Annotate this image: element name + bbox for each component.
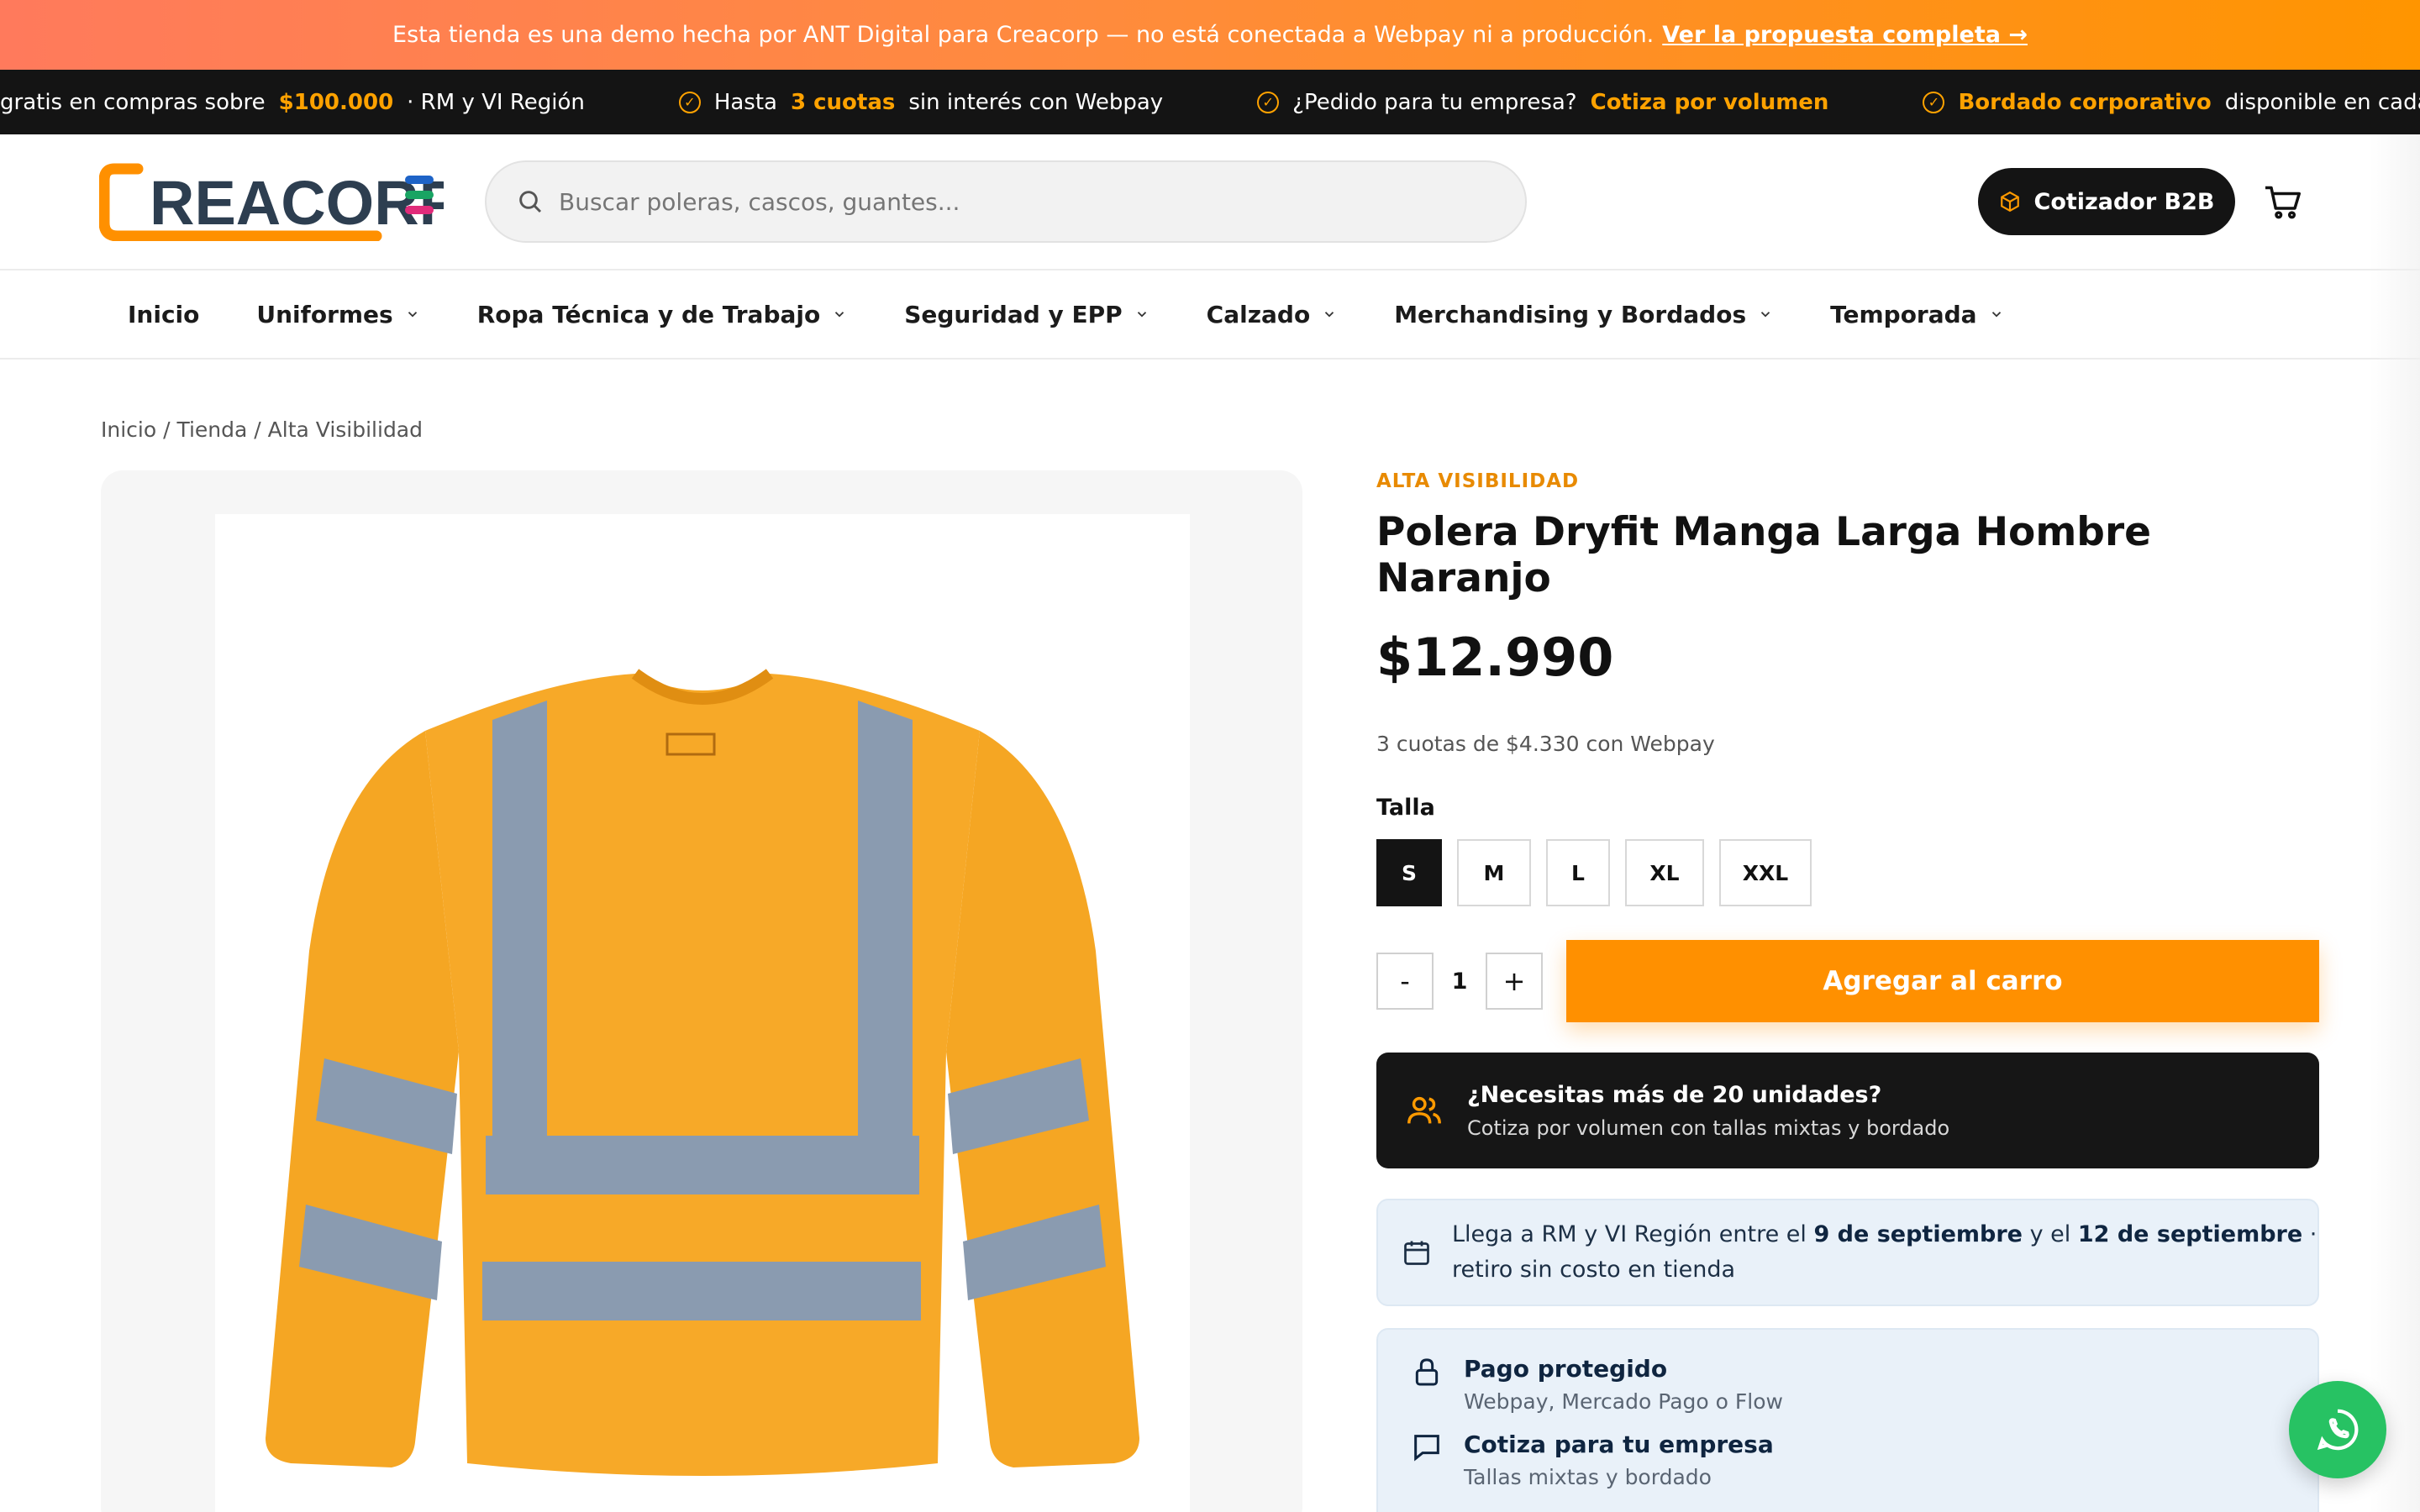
shipping-post: · xyxy=(2309,1221,2317,1247)
box-icon xyxy=(2000,191,2019,213)
size-selector: S M L XL XXL xyxy=(1376,839,2319,906)
size-option-m[interactable]: M xyxy=(1457,839,1531,906)
trust-title: Pago protegido xyxy=(1464,1355,1668,1383)
volume-quote-subtitle: Cotiza por volumen con tallas mixtas y b… xyxy=(1467,1116,1950,1140)
ticker-pre: gratis en compras sobre xyxy=(0,89,266,115)
quantity-decrease-button[interactable]: - xyxy=(1376,953,1434,1010)
check-circle-icon: ✓ xyxy=(1923,91,1945,113)
cart-icon xyxy=(2265,186,2301,219)
ticker-item: ✓ Hasta 3 cuotas sin interés con Webpay xyxy=(678,89,1164,115)
shipping-date-end: 12 de septiembre xyxy=(2077,1221,2303,1247)
search-icon xyxy=(519,191,542,213)
logo-wordmark: REACORP xyxy=(150,168,444,238)
shipping-date-start: 9 de septiembre xyxy=(1813,1221,2023,1247)
volume-quote-title: ¿Necesitas más de 20 unidades? xyxy=(1467,1081,1882,1108)
size-option-xl[interactable]: XL xyxy=(1625,839,1704,906)
breadcrumb[interactable]: Inicio / Tienda / Alta Visibilidad xyxy=(101,417,423,442)
add-to-cart-button[interactable]: Agregar al carro xyxy=(1566,940,2319,1022)
chevron-down-icon xyxy=(1760,312,1770,318)
lock-icon xyxy=(1415,1358,1439,1386)
product-image[interactable] xyxy=(215,514,1190,1512)
product-price: $12.990 xyxy=(1376,627,1614,688)
demo-banner-text: Esta tienda es una demo hecha por ANT Di… xyxy=(392,22,1655,48)
ticker-highlight: $100.000 xyxy=(278,89,394,115)
users-icon xyxy=(1407,1096,1441,1124)
ticker-item: ✓ Bordado corporativo disponible en cada xyxy=(1923,90,2420,115)
demo-banner-link[interactable]: Ver la propuesta completa → xyxy=(1662,22,2028,48)
chevron-down-icon xyxy=(1991,312,2001,318)
calendar-icon xyxy=(1404,1241,1429,1265)
nav-item-label: Seguridad y EPP xyxy=(904,300,1123,328)
ticker-highlight: 3 cuotas xyxy=(790,89,896,115)
ticker-highlight: Cotiza por volumen xyxy=(1590,89,1829,115)
chevron-down-icon xyxy=(1137,312,1146,318)
size-option-l[interactable]: L xyxy=(1546,839,1610,906)
nav-item-label: Uniformes xyxy=(256,300,393,328)
quantity-value[interactable]: 1 xyxy=(1434,969,1486,995)
quantity-row: - 1 + Agregar al carro xyxy=(1376,940,2319,1022)
trust-title: Cotiza para tu empresa xyxy=(1464,1431,1774,1458)
promo-ticker: gratis en compras sobre $100.000 · RM y … xyxy=(0,70,2420,134)
b2b-quote-label: Cotizador B2B xyxy=(2033,188,2215,215)
ticker-post: · RM y VI Región xyxy=(407,89,585,115)
chevron-down-icon xyxy=(408,312,417,318)
product-info: ALTA VISIBILIDAD Polera Dryfit Manga Lar… xyxy=(1376,470,2319,1512)
hi-vis-shirt-illustration xyxy=(266,669,1139,1476)
trust-subtitle: Webpay, Mercado Pago o Flow xyxy=(1464,1389,1783,1414)
chat-icon xyxy=(1414,1435,1439,1462)
product-category[interactable]: ALTA VISIBILIDAD xyxy=(1376,470,2319,492)
volume-quote-banner[interactable]: ¿Necesitas más de 20 unidades? Cotiza po… xyxy=(1376,1053,2319,1168)
size-option-xxl[interactable]: XXL xyxy=(1719,839,1812,906)
shipping-mid: y el xyxy=(2029,1221,2071,1247)
shipping-pre: Llega a RM y VI Región entre el xyxy=(1452,1221,1807,1247)
trust-item: Pago protegido Webpay, Mercado Pago o Fl… xyxy=(1410,1355,2286,1414)
nav-item-uniformes[interactable]: Uniformes xyxy=(256,301,419,328)
cart-button[interactable] xyxy=(2264,185,2302,223)
ticker-post: sin interés con Webpay xyxy=(908,89,1164,115)
ticker-pre: ¿Pedido para tu empresa? xyxy=(1292,89,1577,115)
nav-item-temporada[interactable]: Temporada xyxy=(1830,301,2003,328)
ticker-pre: Hasta xyxy=(713,89,777,115)
nav-item-label: Ropa Técnica y de Trabajo xyxy=(476,300,821,328)
trust-item: Cotiza para tu empresa Tallas mixtas y b… xyxy=(1410,1431,2286,1489)
search-bar[interactable] xyxy=(485,160,1527,243)
page-edge-fade xyxy=(2370,134,2420,1512)
ticker-item: gratis en compras sobre $100.000 · RM y … xyxy=(0,90,585,115)
check-circle-icon: ✓ xyxy=(1257,91,1280,113)
chevron-down-icon xyxy=(1325,312,1334,318)
quantity-increase-button[interactable]: + xyxy=(1486,953,1543,1010)
creacorp-logo[interactable]: REACORP xyxy=(98,162,460,244)
search-input[interactable] xyxy=(559,187,1483,216)
whatsapp-icon xyxy=(2317,1409,2359,1451)
b2b-quote-button[interactable]: Cotizador B2B xyxy=(1978,168,2235,235)
nav-item-label: Temporada xyxy=(1830,300,1977,328)
ticker-item: ✓ ¿Pedido para tu empresa? Cotiza por vo… xyxy=(1257,90,1828,115)
whatsapp-button[interactable] xyxy=(2289,1381,2386,1478)
size-label: Talla xyxy=(1376,795,1435,821)
check-circle-icon: ✓ xyxy=(678,91,701,113)
ticker-highlight: Bordado corporativo xyxy=(1958,89,2212,115)
chevron-down-icon xyxy=(835,312,844,318)
shipping-estimate: Llega a RM y VI Región entre el 9 de sep… xyxy=(1376,1199,2319,1306)
trust-subtitle: Tallas mixtas y bordado xyxy=(1464,1465,1712,1489)
nav-item-ropa-tecnica[interactable]: Ropa Técnica y de Trabajo xyxy=(477,301,848,328)
product-title: Polera Dryfit Manga Larga Hombre Naranjo xyxy=(1376,509,2152,601)
demo-banner: Esta tienda es una demo hecha por ANT Di… xyxy=(0,0,2420,70)
size-option-s[interactable]: S xyxy=(1376,839,1442,906)
installments-info: 3 cuotas de $4.330 con Webpay xyxy=(1376,732,1715,756)
nav-item-label: Calzado xyxy=(1206,300,1311,328)
ticker-post: disponible en cada xyxy=(2224,89,2420,115)
shipping-pickup: retiro sin costo en tienda xyxy=(1452,1257,1735,1283)
main-nav: Inicio Uniformes Ropa Técnica y de Traba… xyxy=(0,270,2420,360)
product-gallery xyxy=(101,470,1302,1512)
nav-item-label: Inicio xyxy=(128,300,200,328)
nav-item-inicio[interactable]: Inicio xyxy=(128,301,199,328)
nav-item-calzado[interactable]: Calzado xyxy=(1207,301,1338,328)
trust-badges: Pago protegido Webpay, Mercado Pago o Fl… xyxy=(1376,1328,2319,1512)
nav-item-seguridad[interactable]: Seguridad y EPP xyxy=(904,301,1149,328)
nav-item-merchandising[interactable]: Merchandising y Bordados xyxy=(1394,301,1773,328)
nav-item-label: Merchandising y Bordados xyxy=(1394,300,1747,328)
